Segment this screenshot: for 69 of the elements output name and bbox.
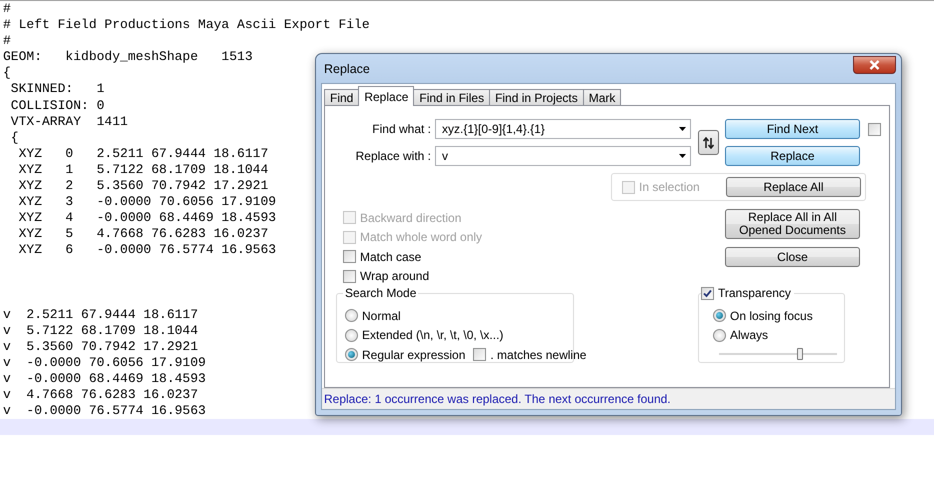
field-label: Replace with : [354, 149, 432, 163]
radio-button[interactable] [345, 328, 358, 342]
code-line: v -0.0000 76.5774 16.9563 [2, 403, 206, 420]
code-line: # Left Field Productions Maya Ascii Export File [2, 17, 370, 34]
code-line: XYZ 6 -0.0000 76.5774 16.9563 [18, 242, 276, 258]
swap-button[interactable] [698, 130, 718, 155]
tab[interactable]: Find [324, 89, 360, 106]
tab[interactable]: Find in Files [413, 89, 490, 106]
dialog-button[interactable]: Replace [725, 146, 860, 166]
code-line: # [2, 33, 11, 50]
code-line: VTX-ARRAY 1411 [10, 114, 128, 130]
code-line: XYZ 1 5.7122 68.1709 18.1044 [18, 162, 268, 178]
close-button[interactable] [853, 56, 896, 74]
tab[interactable]: Mark [582, 89, 622, 106]
code-line: { [2, 65, 11, 82]
checkbox[interactable] [343, 250, 356, 264]
code-line: COLLISION: 0 [10, 98, 104, 114]
radio-label: Always [730, 328, 768, 342]
dropdown-arrow-icon [679, 154, 686, 158]
code-line: v 4.7668 76.6283 16.0237 [2, 386, 198, 404]
slider-thumb[interactable] [797, 348, 804, 360]
checkbox[interactable] [868, 122, 881, 136]
code-line: # [2, 1, 11, 18]
radio-label: Normal [362, 308, 401, 323]
field-label: Find what : [371, 122, 432, 136]
checkbox[interactable] [473, 348, 486, 362]
code-line: v -0.0000 68.4469 18.4593 [2, 370, 206, 387]
radio-button[interactable] [345, 348, 358, 362]
code-line: XYZ 2 5.3560 70.7942 17.2921 [18, 178, 268, 194]
tab[interactable]: Replace [358, 86, 414, 106]
close-icon [869, 60, 880, 70]
code-line: v -0.0000 70.6056 17.9109 [2, 354, 206, 371]
checkbox[interactable] [343, 270, 356, 283]
combo-field[interactable]: xyz.{1}[0-9]{1,4}.{1} [435, 119, 691, 139]
combo-field[interactable]: v [435, 146, 691, 166]
radio-button[interactable] [713, 309, 726, 322]
code-line: { [10, 130, 19, 146]
radio-label: Extended (\n, \r, \t, \0, \x...) [362, 328, 504, 342]
group-title: Search Mode [343, 286, 418, 300]
checkbox-label: In selection [639, 180, 700, 194]
code-line: v 2.5211 67.9444 18.6117 [2, 306, 198, 323]
code-line: XYZ 0 2.5211 67.9444 18.6117 [18, 146, 268, 162]
dialog-button[interactable]: Find Next [725, 119, 860, 139]
checkbox-label: Wrap around [360, 269, 430, 284]
dropdown-arrow-icon [679, 127, 686, 131]
checkbox[interactable] [701, 286, 714, 300]
radio-button[interactable] [713, 328, 726, 342]
radio-button[interactable] [345, 309, 358, 322]
checkbox-label: Match whole word only [360, 230, 482, 244]
radio-label: On losing focus [730, 308, 813, 323]
radio-label: Regular expression [362, 348, 466, 362]
dialog-button[interactable]: Close [725, 247, 860, 267]
code-line: v 5.3560 70.7942 17.2921 [2, 338, 198, 355]
code-line: SKINNED: 1 [10, 81, 104, 98]
code-line: v 5.7122 68.1709 18.1044 [2, 322, 198, 339]
checkbox-label: . matches newline [490, 348, 586, 362]
code-line: XYZ 3 -0.0000 70.6056 17.9109 [18, 194, 276, 210]
dialog-button[interactable]: Replace All in All Opened Documents [725, 209, 860, 239]
status-text: Replace: 1 occurrence was replaced. The next occurrence found. [324, 392, 671, 406]
checkbox-label: Backward direction [360, 210, 462, 225]
dialog-button[interactable]: Replace All [726, 177, 861, 197]
checkbox-label: Transparency [714, 286, 794, 300]
code-line: GEOM: kidbody_meshShape 1513 [2, 49, 253, 66]
tab[interactable]: Find in Projects [489, 89, 584, 106]
window-title: Replace [323, 62, 370, 76]
code-line: XYZ 4 -0.0000 68.4469 18.4593 [18, 210, 276, 226]
checkbox-label: Match case [360, 250, 422, 264]
code-line: XYZ 5 4.7668 76.6283 16.0237 [18, 226, 268, 242]
swap-arrows-icon [702, 136, 714, 148]
